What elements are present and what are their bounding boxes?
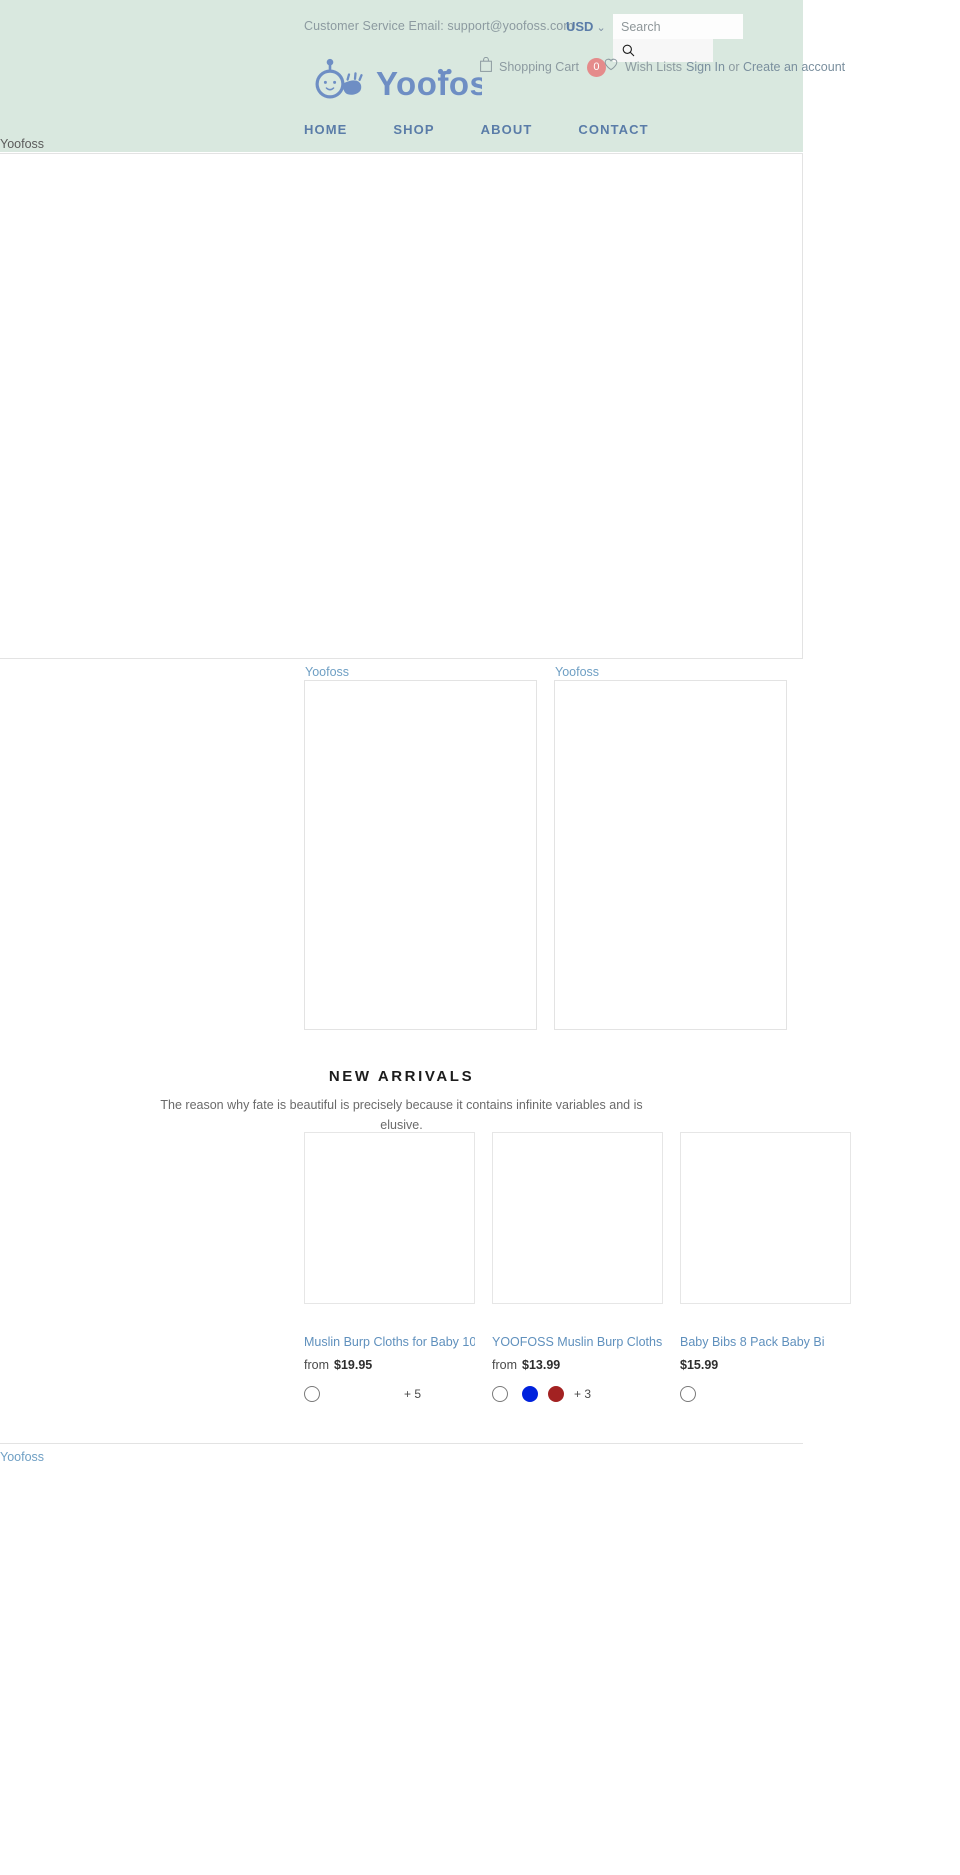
footer-banner-image[interactable]: Yoofoss (0, 1443, 803, 1875)
account-separator: or (724, 60, 743, 74)
promo-banner-2-alt-text: Yoofoss (555, 665, 600, 679)
nav-item-about[interactable]: ABOUT (481, 122, 533, 137)
currency-label: USD (566, 19, 594, 34)
wish-lists-link[interactable]: Wish Lists (604, 58, 682, 76)
shopping-cart-link[interactable]: Shopping Cart 0 (480, 56, 606, 77)
product-thumbnail[interactable] (492, 1132, 663, 1304)
nav-item-shop[interactable]: SHOP (393, 122, 434, 137)
top-utility-bar: Customer Service Email: support@yoofoss.… (0, 8, 803, 62)
search-input[interactable] (613, 14, 743, 39)
currency-selector[interactable]: USD ⌄ (566, 19, 606, 34)
more-colors-label: + 3 (574, 1386, 592, 1401)
product-price: $15.99 (680, 1357, 851, 1373)
sign-in-link[interactable]: Sign In (686, 60, 725, 74)
product-color-swatches: + 5 (304, 1384, 475, 1403)
product-price-prefix: from (304, 1358, 329, 1372)
promo-banner-row: Yoofoss Yoofoss (0, 665, 803, 1031)
product-title[interactable]: Muslin Burp Cloths for Baby 10... (304, 1334, 475, 1350)
product-card[interactable]: Muslin Burp Cloths for Baby 10... from $1… (304, 1132, 475, 1403)
shopping-cart-label: Shopping Cart (499, 60, 579, 74)
product-price-amount: $19.95 (334, 1358, 373, 1372)
product-price: from $19.95 (304, 1357, 475, 1373)
color-swatch-white[interactable] (680, 1385, 696, 1402)
create-account-link[interactable]: Create an account (743, 60, 845, 74)
product-thumbnail[interactable] (680, 1132, 851, 1304)
color-swatch-white[interactable] (492, 1385, 508, 1402)
hero-image-alt-text: Yoofoss (0, 137, 45, 151)
footer-image-alt-text: Yoofoss (0, 1450, 45, 1464)
wish-lists-label: Wish Lists (625, 60, 682, 74)
heart-icon (604, 58, 618, 76)
nav-item-contact[interactable]: CONTACT (578, 122, 648, 137)
product-title[interactable]: Baby Bibs 8 Pack Baby Bi (680, 1334, 851, 1350)
nav-item-home[interactable]: HOME (304, 122, 347, 137)
color-swatch-red[interactable] (548, 1385, 564, 1402)
product-price: from $13.99 (492, 1357, 663, 1373)
product-grid: Muslin Burp Cloths for Baby 10... from $1… (0, 1132, 851, 1403)
site-header: Customer Service Email: support@yoofoss.… (0, 0, 845, 152)
product-card[interactable]: Baby Bibs 8 Pack Baby Bi $15.99 (680, 1132, 851, 1403)
new-arrivals-subtitle: The reason why fate is beautiful is prec… (160, 1097, 643, 1132)
more-colors-label: + 5 (404, 1386, 422, 1401)
color-swatch-blue[interactable] (522, 1385, 538, 1402)
hero-banner-image[interactable]: Yoofoss (0, 137, 803, 659)
cart-bag-icon (480, 56, 492, 77)
main-navigation: HOME SHOP ABOUT CONTACT (304, 122, 649, 137)
account-links: Sign In or Create an account (686, 60, 845, 74)
product-color-swatches: + 3 (492, 1384, 663, 1403)
site-logo[interactable]: Yoofoss (304, 58, 482, 102)
search-icon (622, 44, 635, 57)
product-title[interactable]: YOOFOSS Muslin Burp Cloths 10... (492, 1334, 663, 1350)
product-price-prefix: from (492, 1358, 517, 1372)
new-arrivals-title: NEW ARRIVALS (328, 1068, 475, 1086)
customer-service-email: Customer Service Email: support@yoofoss.… (304, 19, 574, 33)
promo-banner-2[interactable]: Yoofoss (554, 665, 787, 1030)
svg-text:Yoofoss: Yoofoss (376, 65, 482, 102)
product-price-amount: $13.99 (522, 1358, 561, 1372)
promo-banner-1[interactable]: Yoofoss (304, 665, 537, 1030)
chevron-down-icon: ⌄ (596, 22, 606, 34)
promo-banner-1-alt-text: Yoofoss (305, 665, 350, 679)
product-color-swatches (680, 1384, 851, 1403)
color-swatch-white[interactable] (304, 1385, 320, 1402)
product-price-amount: $15.99 (680, 1358, 719, 1372)
product-card[interactable]: YOOFOSS Muslin Burp Cloths 10... from $13… (492, 1132, 663, 1403)
product-thumbnail[interactable] (304, 1132, 475, 1304)
